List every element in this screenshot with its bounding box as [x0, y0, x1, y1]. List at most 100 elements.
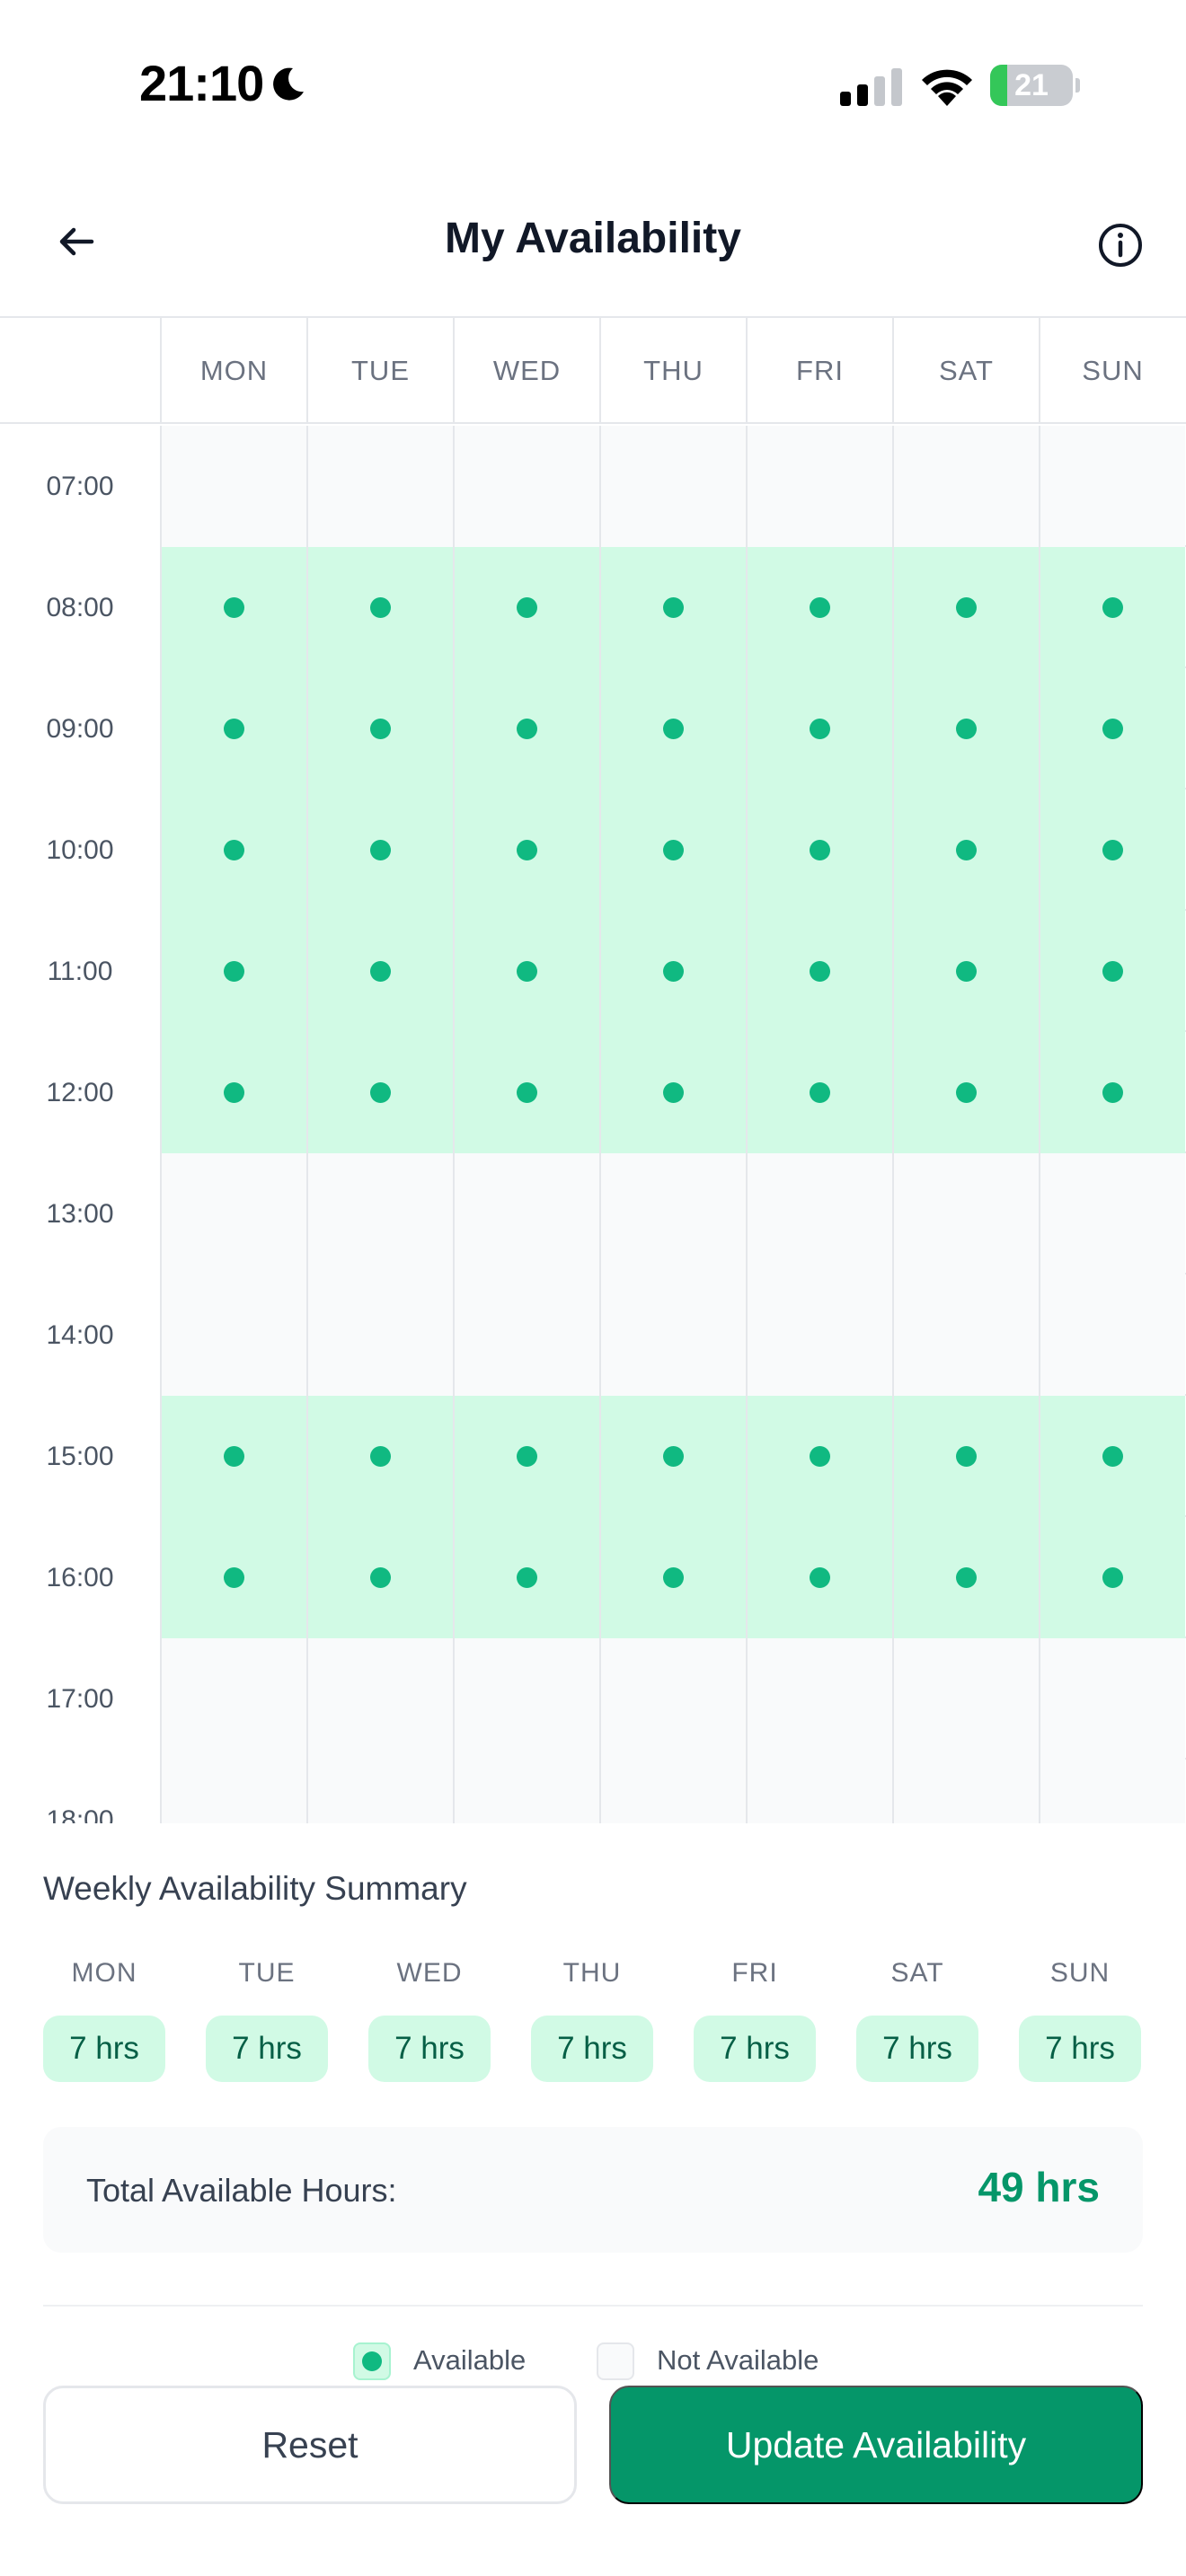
time-slot-fri[interactable] — [746, 1517, 892, 1638]
legend-not-available-swatch — [597, 2342, 634, 2380]
time-slot-mon[interactable] — [160, 426, 306, 547]
time-slot-thu[interactable] — [599, 1032, 746, 1153]
time-slot-wed[interactable] — [453, 911, 599, 1032]
time-slot-fri[interactable] — [746, 547, 892, 668]
available-dot — [663, 1446, 684, 1467]
time-slot-fri[interactable] — [746, 1638, 892, 1760]
time-slot-sat[interactable] — [892, 1638, 1039, 1760]
time-slot-fri[interactable] — [746, 1153, 892, 1275]
legend-available-label: Available — [413, 2344, 527, 2376]
time-slot-thu[interactable] — [599, 1275, 746, 1396]
time-slot-tue[interactable] — [306, 426, 453, 547]
time-slot-tue[interactable] — [306, 1032, 453, 1153]
time-slot-mon[interactable] — [160, 1517, 306, 1638]
time-slot-wed[interactable] — [453, 547, 599, 668]
update-availability-button[interactable]: Update Availability — [609, 2386, 1143, 2504]
time-slot-mon[interactable] — [160, 668, 306, 790]
time-slot-thu[interactable] — [599, 911, 746, 1032]
time-slot-sun[interactable] — [1039, 668, 1185, 790]
time-slot-thu[interactable] — [599, 1396, 746, 1517]
time-slot-sun[interactable] — [1039, 1760, 1185, 1823]
time-slot-tue[interactable] — [306, 1153, 453, 1275]
time-slot-tue[interactable] — [306, 1396, 453, 1517]
time-slot-wed[interactable] — [453, 426, 599, 547]
time-slot-sat[interactable] — [892, 426, 1039, 547]
time-slot-sun[interactable] — [1039, 1032, 1185, 1153]
time-slot-sat[interactable] — [892, 1396, 1039, 1517]
time-slot-wed[interactable] — [453, 790, 599, 911]
time-slot-tue[interactable] — [306, 1638, 453, 1760]
time-slot-sat[interactable] — [892, 1032, 1039, 1153]
time-slot-fri[interactable] — [746, 1032, 892, 1153]
time-slot-thu[interactable] — [599, 426, 746, 547]
time-slot-mon[interactable] — [160, 1638, 306, 1760]
time-slot-wed[interactable] — [453, 1032, 599, 1153]
time-slot-sun[interactable] — [1039, 1153, 1185, 1275]
time-slot-sun[interactable] — [1039, 911, 1185, 1032]
time-slot-sun[interactable] — [1039, 426, 1185, 547]
time-slot-fri[interactable] — [746, 668, 892, 790]
time-slot-sat[interactable] — [892, 668, 1039, 790]
time-slot-mon[interactable] — [160, 790, 306, 911]
time-slot-mon[interactable] — [160, 1396, 306, 1517]
time-slot-thu[interactable] — [599, 668, 746, 790]
time-slot-fri[interactable] — [746, 911, 892, 1032]
time-slot-thu[interactable] — [599, 1760, 746, 1823]
available-dot — [517, 961, 537, 982]
time-slot-sun[interactable] — [1039, 547, 1185, 668]
time-row: 18:00 — [0, 1760, 1186, 1823]
time-slot-sat[interactable] — [892, 1275, 1039, 1396]
time-slot-tue[interactable] — [306, 911, 453, 1032]
time-slot-sun[interactable] — [1039, 1275, 1185, 1396]
time-slot-wed[interactable] — [453, 668, 599, 790]
time-slot-wed[interactable] — [453, 1760, 599, 1823]
available-dot — [224, 961, 244, 982]
time-slot-sat[interactable] — [892, 1153, 1039, 1275]
time-slot-mon[interactable] — [160, 1275, 306, 1396]
time-slot-fri[interactable] — [746, 1760, 892, 1823]
time-slot-sun[interactable] — [1039, 1517, 1185, 1638]
time-slot-thu[interactable] — [599, 1638, 746, 1760]
time-slot-wed[interactable] — [453, 1396, 599, 1517]
time-slot-sat[interactable] — [892, 790, 1039, 911]
time-slot-sat[interactable] — [892, 547, 1039, 668]
available-dot — [517, 840, 537, 860]
time-slot-tue[interactable] — [306, 668, 453, 790]
time-slot-mon[interactable] — [160, 1153, 306, 1275]
time-slot-wed[interactable] — [453, 1638, 599, 1760]
time-slot-thu[interactable] — [599, 1517, 746, 1638]
time-slot-fri[interactable] — [746, 426, 892, 547]
time-slot-tue[interactable] — [306, 1275, 453, 1396]
available-dot — [370, 1082, 391, 1103]
time-slot-thu[interactable] — [599, 1153, 746, 1275]
time-slot-fri[interactable] — [746, 1275, 892, 1396]
time-slot-tue[interactable] — [306, 1517, 453, 1638]
time-slot-thu[interactable] — [599, 547, 746, 668]
time-row: 15:00 — [0, 1396, 1186, 1517]
time-slot-mon[interactable] — [160, 547, 306, 668]
info-button[interactable] — [1087, 212, 1154, 278]
time-slot-sat[interactable] — [892, 1760, 1039, 1823]
time-slot-tue[interactable] — [306, 547, 453, 668]
available-dot — [1102, 719, 1123, 739]
time-slot-wed[interactable] — [453, 1153, 599, 1275]
time-slot-wed[interactable] — [453, 1517, 599, 1638]
reset-button[interactable]: Reset — [43, 2386, 577, 2504]
time-slot-sat[interactable] — [892, 911, 1039, 1032]
summary-day-fri: FRI 7 hrs — [694, 1958, 816, 2082]
time-slot-sat[interactable] — [892, 1517, 1039, 1638]
time-label: 08:00 — [0, 547, 160, 668]
time-slot-thu[interactable] — [599, 790, 746, 911]
time-slot-mon[interactable] — [160, 1760, 306, 1823]
time-slot-fri[interactable] — [746, 790, 892, 911]
total-hours-value: 49 hrs — [978, 2164, 1100, 2210]
time-slot-fri[interactable] — [746, 1396, 892, 1517]
time-slot-mon[interactable] — [160, 1032, 306, 1153]
time-slot-wed[interactable] — [453, 1275, 599, 1396]
time-slot-tue[interactable] — [306, 1760, 453, 1823]
time-slot-sun[interactable] — [1039, 1638, 1185, 1760]
time-slot-sun[interactable] — [1039, 790, 1185, 911]
time-slot-tue[interactable] — [306, 790, 453, 911]
time-slot-mon[interactable] — [160, 911, 306, 1032]
time-slot-sun[interactable] — [1039, 1396, 1185, 1517]
